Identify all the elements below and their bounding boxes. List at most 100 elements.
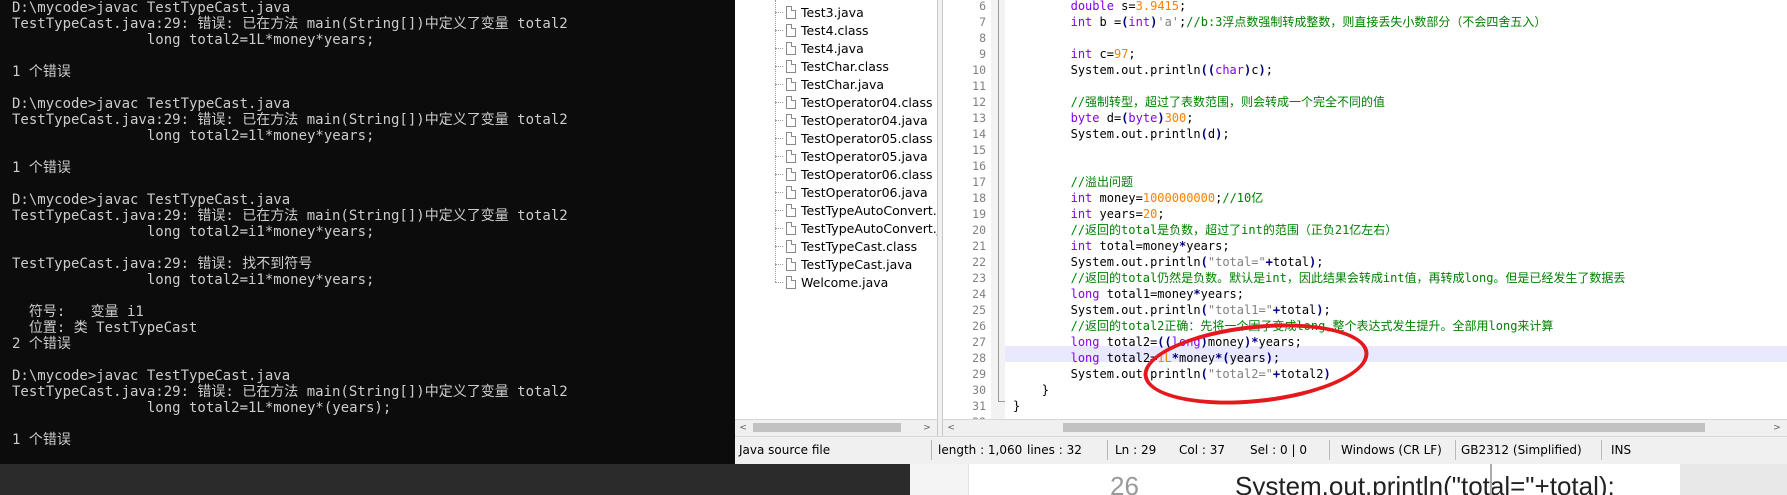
code-text: total=money: [1092, 239, 1179, 253]
code-line: int total=money*years;: [1071, 238, 1230, 254]
code-line: //强制转型，超过了表数范围，则会转成一个完全不同的值: [1071, 94, 1385, 110]
console-line: TestTypeCast.java:29: 错误: 已在方法 main(Stri…: [12, 208, 568, 224]
file-tree-item[interactable]: TestChar.java: [775, 75, 884, 93]
status-separator: [1455, 440, 1456, 460]
file-tree-hscrollbar[interactable]: < >: [735, 419, 937, 436]
tree-connector: [775, 137, 783, 139]
file-tree-item[interactable]: TestOperator06.java: [775, 183, 928, 201]
file-tree-item[interactable]: TestTypeCast.java: [775, 255, 912, 273]
file-icon: [786, 149, 796, 163]
code-keyword: int: [1070, 15, 1093, 29]
file-tree-item[interactable]: Welcome.java: [775, 273, 888, 291]
file-tree-item[interactable]: TestTypeCast.class: [775, 237, 917, 255]
scroll-thumb[interactable]: [1063, 423, 1705, 432]
console-line: long total2=i1*money*years;: [12, 224, 375, 240]
tree-connector: [775, 11, 783, 13]
tree-connector: [775, 191, 783, 193]
code-text: ;: [1157, 207, 1165, 221]
console-line: TestTypeCast.java:29: 错误: 已在方法 main(Stri…: [12, 384, 568, 400]
code-operator: ): [1157, 111, 1165, 125]
file-name: TestTypeCast.java: [801, 256, 913, 272]
code-keyword: long: [1070, 335, 1100, 349]
file-tree-item[interactable]: TestTypeAutoConvert.ja: [775, 219, 938, 237]
code-line: int years=20;: [1071, 206, 1165, 222]
file-icon: [786, 257, 796, 271]
line-number: 8: [979, 31, 986, 45]
scroll-thumb[interactable]: [753, 423, 901, 432]
file-name: Welcome.java: [801, 274, 889, 290]
file-tree-item[interactable]: TestTypeAutoConvert.cl: [775, 201, 937, 219]
code-text: years;: [1186, 239, 1230, 253]
file-name: TestOperator05.java: [801, 148, 928, 164]
file-tree-item[interactable]: TestOperator06.class: [775, 165, 932, 183]
file-icon: [786, 275, 796, 289]
file-tree-item[interactable]: TestOperator05.class: [775, 129, 932, 147]
line-number: 19: [972, 207, 986, 221]
console-line: 2 个错误: [12, 336, 71, 352]
code-text: }: [1013, 399, 1021, 413]
code-string: "total1=": [1207, 303, 1273, 317]
line-number: 16: [972, 159, 986, 173]
line-number: 9: [979, 47, 986, 61]
code-text: d=: [1099, 111, 1122, 125]
code-text: ;: [1179, 0, 1187, 13]
file-icon: [786, 203, 796, 217]
tree-connector: [775, 83, 783, 85]
file-name: TestTypeCast.class: [801, 238, 918, 254]
file-tree-item[interactable]: TestOperator04.java: [775, 111, 928, 129]
code-text: years=: [1092, 207, 1143, 221]
code-text: }: [1041, 383, 1050, 397]
code-comment: //返回的total仍然是负数。默认是int，因此结果会转成int值，再转成lo…: [1070, 271, 1626, 285]
status-insert-mode[interactable]: INS: [1611, 437, 1631, 464]
code-line: //溢出问题: [1071, 174, 1133, 190]
file-tree-item[interactable]: TestOperator04.class: [775, 93, 932, 111]
status-eol[interactable]: Windows (CR LF): [1341, 437, 1442, 464]
background-panel: [1680, 464, 1787, 495]
file-tree-item[interactable]: TestChar.class: [775, 57, 889, 75]
code-operator: +: [1265, 255, 1273, 269]
fold-end-marker: [998, 401, 1005, 402]
code-hscrollbar[interactable]: < >: [943, 419, 1787, 436]
status-col: Col : 37: [1179, 443, 1225, 457]
file-tree-item[interactable]: Test4.java: [775, 39, 864, 57]
file-name: TestOperator04.java: [801, 112, 928, 128]
code-line: }: [1042, 382, 1049, 398]
code-operator: *: [1193, 287, 1201, 301]
scroll-right-icon[interactable]: >: [1769, 420, 1785, 436]
line-number: 31: [972, 399, 986, 413]
file-name: TestTypeAutoConvert.ja: [801, 220, 938, 236]
code-string: 'a': [1157, 15, 1180, 29]
scroll-left-icon[interactable]: <: [943, 420, 959, 436]
file-name: Test3.java: [801, 4, 864, 20]
code-line: int c=97;: [1071, 46, 1136, 62]
file-name: TestChar.class: [801, 58, 889, 74]
file-tree-panel[interactable]: Test3.java Test4.class Test4.java TestChar.…: [735, 0, 938, 419]
line-number: 24: [972, 287, 986, 301]
code-text: c=: [1092, 47, 1114, 61]
line-number: 12: [972, 95, 986, 109]
code-text: ;: [1222, 127, 1230, 141]
file-tree-item[interactable]: TestOperator05.java: [775, 147, 928, 165]
code-line: long total1=money*years;: [1071, 286, 1244, 302]
code-line: byte d=(byte)300;: [1071, 110, 1194, 126]
console-line: long total2=1l*money*years;: [12, 128, 375, 144]
file-icon: [786, 221, 796, 235]
status-separator: [931, 440, 932, 460]
tree-connector: [775, 209, 783, 211]
code-operator: (: [1200, 303, 1208, 317]
console-line: 符号: 变量 i1: [12, 304, 144, 320]
code-keyword: int: [1070, 207, 1093, 221]
file-tree-item[interactable]: Test4.class: [775, 21, 869, 39]
status-bar: Java source file length : 1,060 lines : …: [735, 436, 1787, 464]
console-line: TestTypeCast.java:29: 错误: 已在方法 main(Stri…: [12, 112, 568, 128]
background-code-line: System.out.println("total="+total);: [1235, 471, 1615, 495]
file-tree-item[interactable]: Test3.java: [775, 3, 864, 21]
scroll-left-icon[interactable]: <: [735, 420, 751, 436]
scroll-right-icon[interactable]: >: [919, 420, 935, 436]
status-encoding[interactable]: GB2312 (Simplified): [1461, 437, 1582, 464]
file-name: Test4.class: [801, 22, 869, 38]
